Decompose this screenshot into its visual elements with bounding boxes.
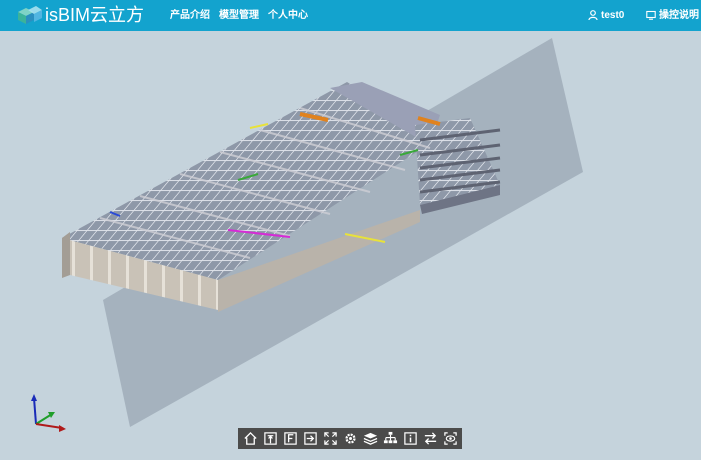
top-view-icon xyxy=(263,432,277,445)
user-icon xyxy=(588,10,598,21)
layers-icon xyxy=(363,432,377,445)
info-button[interactable] xyxy=(402,431,418,447)
help-label: 操控说明 xyxy=(659,10,699,21)
swap-icon xyxy=(424,432,436,445)
y-axis xyxy=(35,413,53,425)
home-button[interactable] xyxy=(242,431,258,447)
help-menu[interactable]: 操控说明 xyxy=(646,9,699,23)
x-axis xyxy=(35,423,63,429)
info-icon xyxy=(403,432,417,445)
user-name: test0 xyxy=(601,10,625,21)
visibility-icon xyxy=(443,432,457,445)
z-axis xyxy=(33,397,37,425)
visibility-button[interactable] xyxy=(442,431,458,447)
fullscreen-button[interactable] xyxy=(322,431,338,447)
fit-view-button[interactable] xyxy=(302,431,318,447)
home-icon xyxy=(243,431,257,445)
fullscreen-icon xyxy=(323,432,337,445)
app-brand[interactable]: isBIM云立方 xyxy=(45,4,144,26)
viewer-toolbar xyxy=(238,428,462,449)
front-view-button[interactable] xyxy=(282,431,298,447)
isbim-logo-icon xyxy=(18,6,42,24)
nav-product-intro[interactable]: 产品介绍 xyxy=(170,9,210,23)
tree-button[interactable] xyxy=(382,431,398,447)
monitor-icon xyxy=(646,10,656,20)
nav-model-management[interactable]: 模型管理 xyxy=(219,9,259,23)
fit-view-icon xyxy=(303,432,317,445)
top-view-button[interactable] xyxy=(262,431,278,447)
settings-button[interactable] xyxy=(342,431,358,447)
user-menu[interactable]: test0 xyxy=(588,9,624,23)
3d-model-viewport[interactable] xyxy=(0,31,701,460)
swap-button[interactable] xyxy=(422,431,438,447)
top-navigation-bar: isBIM云立方 产品介绍 模型管理 个人中心 test0 操控说明 xyxy=(0,0,701,31)
tree-icon xyxy=(383,431,397,444)
settings-icon xyxy=(344,433,356,444)
axis-gizmo xyxy=(31,394,66,432)
front-view-icon xyxy=(283,432,297,445)
nav-personal-center[interactable]: 个人中心 xyxy=(268,9,308,23)
layers-button[interactable] xyxy=(362,431,378,447)
